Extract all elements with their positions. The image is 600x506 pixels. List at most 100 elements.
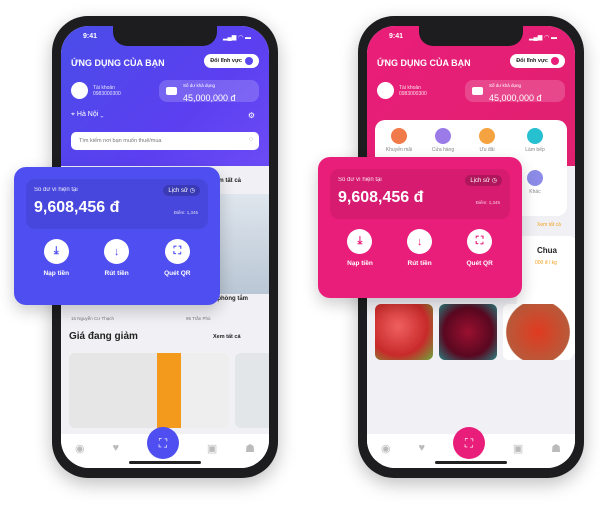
section-title: Giá đang giảm: [69, 331, 138, 342]
available-balance[interactable]: Số dư khả dụng 45,000,000 đ: [465, 80, 565, 103]
available-label: Số dư khả dụng: [489, 83, 522, 88]
clock-icon: ◷: [189, 188, 195, 194]
gear-icon[interactable]: ⚙: [248, 111, 255, 120]
available-amount: 45,000,000 đ: [489, 93, 542, 103]
wallet-actions: ⤓ Nạp tiền ↓ Rút tiền ⛶ Quét QR: [26, 239, 208, 277]
app-title: ỨNG DỤNG CỦA BẠN: [377, 58, 471, 68]
cherries-image[interactable]: [439, 304, 497, 360]
scan-button[interactable]: ⛶: [452, 427, 485, 459]
brain-icon: [245, 57, 253, 65]
brain-icon: [551, 57, 559, 65]
history-label: Lịch sử: [168, 188, 189, 194]
apples-image[interactable]: [375, 304, 433, 360]
wallet-label: Số dư ví hiện tại: [338, 177, 382, 183]
see-all-link[interactable]: Xem tất cả: [537, 222, 561, 228]
tomatoes-image[interactable]: [503, 304, 573, 360]
qr-scan-icon: ⛶: [164, 239, 190, 264]
scan-qr-button[interactable]: ⛶ Quét QR: [164, 239, 190, 277]
user-icon[interactable]: ☗: [245, 442, 255, 455]
action-label: Rút tiền: [104, 270, 129, 277]
wallet-card-pink: Số dư ví hiện tại 9,608,456 đ Lịch sử ◷ …: [318, 157, 522, 298]
history-button[interactable]: Lịch sử ◷: [465, 175, 502, 186]
location-label: Hà Nội: [76, 111, 99, 118]
bag-icon[interactable]: ▣: [513, 442, 523, 455]
download-icon: ⤓: [347, 229, 373, 254]
category-label: Khuyến mãi: [385, 147, 413, 153]
chat-icon[interactable]: ◉: [75, 442, 85, 455]
category-label: Khác: [529, 189, 541, 195]
category-deals[interactable]: Ưu đãi: [467, 128, 507, 153]
scan-qr-button[interactable]: ⛶ Quét QR: [466, 229, 493, 267]
avatar: [71, 82, 88, 99]
discount-image[interactable]: [69, 353, 229, 428]
action-label: Quét QR: [466, 260, 493, 267]
signal-wifi-battery-icon: ▂▄▆ ◠ ▬: [222, 35, 251, 41]
home-indicator: [435, 461, 507, 464]
avatar: [377, 82, 394, 99]
available-balance[interactable]: Số dư khả dụng 45,000,000 đ: [159, 80, 259, 103]
account-number: 0983000300: [399, 90, 427, 97]
status-time: 9:41: [83, 33, 98, 40]
account-number: 0983000300: [93, 90, 121, 97]
available-label: Số dư khả dụng: [183, 83, 216, 88]
points: Điểm: 1,345: [173, 210, 198, 215]
wallet-balance: Số dư ví hiện tại 9,608,456 đ Lịch sử ◷ …: [26, 179, 208, 229]
wallet-actions: ⤓ Nạp tiền ↓ Rút tiền ⛶ Quét QR: [330, 229, 510, 267]
switch-label: Đổi lĩnh vực: [210, 58, 242, 64]
wallet-card-blue: Số dư ví hiện tại 9,608,456 đ Lịch sử ◷ …: [14, 167, 220, 305]
action-label: Quét QR: [164, 270, 191, 277]
history-label: Lịch sử: [470, 178, 491, 184]
account[interactable]: Tài khoản 0983000300: [71, 82, 121, 99]
discount-image[interactable]: [235, 353, 269, 428]
status-time: 9:41: [389, 33, 404, 40]
wallet-balance: Số dư ví hiện tại 9,608,456 đ Lịch sử ◷ …: [330, 169, 510, 219]
chat-icon[interactable]: ◉: [381, 442, 391, 455]
product-name: Chua: [537, 246, 557, 255]
action-label: Rút tiền: [407, 260, 432, 267]
action-label: Nạp tiền: [43, 270, 70, 277]
wallet-amount: 9,608,456 đ: [338, 189, 424, 206]
location-selector[interactable]: ⌖ Hà Nội ⌄: [71, 111, 104, 119]
wallet-label: Số dư ví hiện tại: [34, 187, 78, 193]
product-price: 000 đ / kg: [535, 260, 557, 266]
switch-field-button[interactable]: Đổi lĩnh vực: [510, 54, 565, 68]
withdraw-button[interactable]: ↓ Rút tiền: [104, 239, 130, 277]
download-icon: ⤓: [43, 239, 69, 264]
address: 15 Nguyễn Cư Thạch: [71, 316, 114, 321]
notch: [419, 26, 523, 46]
withdraw-icon: ↓: [104, 239, 130, 264]
category-label: Cửa hàng: [431, 147, 455, 153]
category-store[interactable]: Cửa hàng: [423, 128, 463, 153]
category-promo[interactable]: Khuyến mãi: [379, 128, 419, 153]
section-see-all-link[interactable]: Xem tất cả: [213, 334, 241, 340]
address: 96 Trần Phú: [186, 316, 211, 321]
wallet-amount: 9,608,456 đ: [34, 199, 120, 216]
action-label: Nạp tiền: [347, 260, 373, 267]
category-cooking[interactable]: Làm bếp: [515, 128, 555, 153]
switch-label: Đổi lĩnh vực: [516, 58, 548, 64]
switch-field-button[interactable]: Đổi lĩnh vực: [204, 54, 259, 68]
notch: [113, 26, 217, 46]
deposit-button[interactable]: ⤓ Nạp tiền: [347, 229, 373, 267]
signal-wifi-battery-icon: ▂▄▆ ◠ ▬: [528, 35, 557, 41]
scan-button[interactable]: ⛶: [146, 427, 179, 459]
account[interactable]: Tài khoản 0983000300: [377, 82, 427, 99]
bag-icon[interactable]: ▣: [207, 442, 217, 455]
withdraw-icon: ↓: [407, 229, 433, 254]
home-indicator: [129, 461, 201, 464]
available-amount: 45,000,000 đ: [183, 93, 236, 103]
clock-icon: ◷: [491, 178, 497, 184]
withdraw-button[interactable]: ↓ Rút tiền: [407, 229, 433, 267]
category-label: Ưu đãi: [479, 147, 495, 153]
points: Điểm: 1,345: [475, 200, 500, 205]
search-input[interactable]: Tìm kiếm nơi bạn muốn thuê/mua: [71, 132, 259, 150]
heart-icon[interactable]: ♥: [112, 442, 119, 454]
user-icon[interactable]: ☗: [551, 442, 561, 455]
category-label: Làm bếp: [525, 147, 545, 153]
heart-icon[interactable]: ♥: [418, 442, 425, 454]
history-button[interactable]: Lịch sử ◷: [163, 185, 200, 196]
app-title: ỨNG DỤNG CỦA BẠN: [71, 58, 165, 68]
deposit-button[interactable]: ⤓ Nạp tiền: [43, 239, 69, 277]
header: 9:41 ▂▄▆ ◠ ▬ ỨNG DỤNG CỦA BẠN Đổi lĩnh v…: [61, 26, 269, 166]
qr-scan-icon: ⛶: [467, 229, 493, 254]
